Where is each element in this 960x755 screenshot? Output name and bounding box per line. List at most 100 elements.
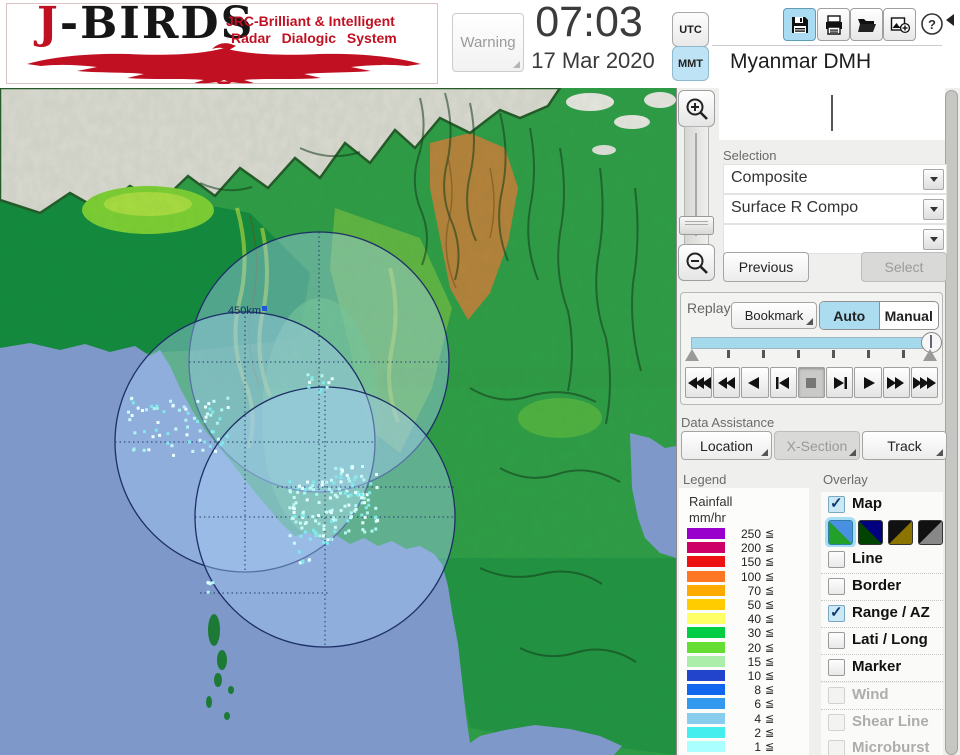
- legend-lte-symbol: ≦: [765, 684, 775, 697]
- legend-lte-symbol: ≦: [765, 698, 775, 711]
- location-button[interactable]: Location: [681, 431, 772, 460]
- open-folder-button[interactable]: [850, 8, 883, 41]
- help-icon: ?: [920, 12, 943, 35]
- legend-lte-symbol: ≦: [765, 670, 775, 682]
- map-style-swatch-3[interactable]: [888, 520, 913, 545]
- track-button[interactable]: Track: [862, 431, 947, 460]
- timeline-tick: [867, 350, 870, 358]
- legend-lte-symbol: ≦: [765, 528, 775, 540]
- auto-mode-button[interactable]: Auto: [820, 302, 880, 329]
- map-zoom-out-button[interactable]: [678, 244, 715, 281]
- combo-dropdown-arrow[interactable]: [923, 229, 944, 250]
- map-zoom-in-button[interactable]: [678, 90, 715, 127]
- map-style-swatch-1[interactable]: [828, 520, 853, 545]
- checkbox-marker[interactable]: [828, 659, 845, 676]
- timeline-tick: [762, 350, 765, 358]
- forward-fast-icon: [913, 376, 937, 389]
- control-panel: Selection Composite Surface R Compo Prev…: [677, 88, 960, 755]
- svg-text:?: ?: [928, 17, 936, 32]
- legend-value: 70: [747, 583, 761, 598]
- playback-forward-fast-button[interactable]: [910, 367, 938, 398]
- overlay-item-label: Border: [852, 577, 902, 594]
- playback-step-last-button[interactable]: [826, 367, 854, 398]
- rewind-icon: [717, 376, 735, 389]
- playback-stop-button[interactable]: [797, 367, 826, 398]
- mmt-button[interactable]: MMT: [672, 46, 709, 81]
- step-first-icon: [776, 376, 790, 389]
- play-icon: [863, 376, 875, 389]
- x-section-button[interactable]: X-Section: [774, 431, 860, 460]
- legend-unit: mm/hr: [689, 510, 726, 525]
- rainfall-legend: Rainfall mm/hr 250 ≦ 200 ≦ 150 ≦ 100 ≦ 70 ≦ 50 ≦ 40 ≦…: [679, 488, 809, 755]
- data-assistance-label: Data Assistance: [681, 415, 775, 430]
- combo-dropdown-arrow[interactable]: [923, 199, 944, 220]
- checkbox-wind: [828, 687, 845, 704]
- save-icon: [791, 16, 808, 33]
- legend-value: 1: [754, 740, 761, 754]
- zoom-in-icon: [686, 98, 708, 120]
- station-text-area[interactable]: [719, 88, 945, 140]
- product-option-combo[interactable]: [723, 224, 947, 254]
- legend-row: 2 ≦: [679, 726, 809, 740]
- save-button[interactable]: [783, 8, 816, 41]
- overlay-row-marker: Marker: [821, 655, 943, 682]
- combo-dropdown-arrow[interactable]: [923, 169, 944, 190]
- jbirds-logo: J-BIRDS JRC-Brilliant & Intelligent Rada…: [6, 0, 438, 84]
- timeline-start-marker: [685, 349, 699, 361]
- legend-row: 70 ≦: [679, 583, 809, 598]
- legend-row: 200 ≦: [679, 541, 809, 556]
- checkbox-microburst: [828, 740, 845, 755]
- checkbox-map[interactable]: [828, 494, 845, 513]
- legend-row: 250 ≦: [679, 527, 809, 541]
- previous-button[interactable]: Previous: [723, 252, 809, 282]
- legend-value: 250: [740, 527, 761, 541]
- legend-lte-symbol: ≦: [765, 613, 775, 626]
- playback-rewind-fast-button[interactable]: [685, 367, 713, 398]
- overlay-item-label: Shear Line: [852, 713, 929, 730]
- legend-lte-symbol: ≦: [765, 741, 775, 753]
- map-style-swatch-4[interactable]: [918, 520, 943, 545]
- toolbar-separator: [712, 45, 942, 46]
- map-style-swatch-2[interactable]: [858, 520, 883, 545]
- legend-lte-symbol: ≦: [765, 641, 775, 654]
- utc-button[interactable]: UTC: [672, 12, 709, 47]
- overlay-row-range-az: Range / AZ: [821, 601, 943, 628]
- legend-row: 40 ≦: [679, 612, 809, 626]
- product-name-combo[interactable]: Surface R Compo: [723, 194, 947, 224]
- playback-step-first-button[interactable]: [769, 367, 797, 398]
- timeline-tick: [727, 350, 730, 358]
- checkbox-line[interactable]: [828, 551, 845, 568]
- timeline-tick: [902, 350, 905, 358]
- replay-timeline-slider[interactable]: [691, 337, 934, 349]
- legend-value: 200: [740, 541, 761, 556]
- select-button[interactable]: Select: [861, 252, 947, 282]
- playback-play-button[interactable]: [854, 367, 882, 398]
- bookmark-button[interactable]: Bookmark: [731, 302, 817, 329]
- step-last-icon: [833, 376, 847, 389]
- playback-play-reverse-button[interactable]: [741, 367, 769, 398]
- radar-map[interactable]: 450km: [0, 86, 677, 755]
- playback-forward-button[interactable]: [882, 367, 910, 398]
- legend-row: 15 ≦: [679, 655, 809, 669]
- legend-row: 50 ≦: [679, 598, 809, 612]
- legend-lte-symbol: ≦: [765, 712, 775, 725]
- legend-row: 1 ≦: [679, 740, 809, 754]
- checkbox-lati-long[interactable]: [828, 632, 845, 649]
- legend-lte-symbol: ≦: [765, 599, 775, 611]
- manual-mode-button[interactable]: Manual: [880, 302, 939, 329]
- checkbox-border[interactable]: [828, 578, 845, 595]
- image-add-button[interactable]: [883, 8, 916, 41]
- legend-row: 150 ≦: [679, 555, 809, 569]
- playback-rewind-button[interactable]: [713, 367, 741, 398]
- legend-lte-symbol: ≦: [765, 556, 775, 569]
- map-zoom-slider-thumb[interactable]: [679, 216, 714, 235]
- legend-row: 10 ≦: [679, 669, 809, 683]
- product-type-combo[interactable]: Composite: [723, 164, 947, 194]
- checkbox-range-az[interactable]: [828, 603, 845, 622]
- warning-button[interactable]: Warning: [452, 13, 524, 72]
- legend-value: 30: [747, 626, 761, 641]
- help-button[interactable]: ?: [916, 8, 947, 39]
- print-button[interactable]: [817, 8, 850, 41]
- panel-collapse-arrow[interactable]: [946, 14, 954, 26]
- text-cursor: [831, 95, 833, 131]
